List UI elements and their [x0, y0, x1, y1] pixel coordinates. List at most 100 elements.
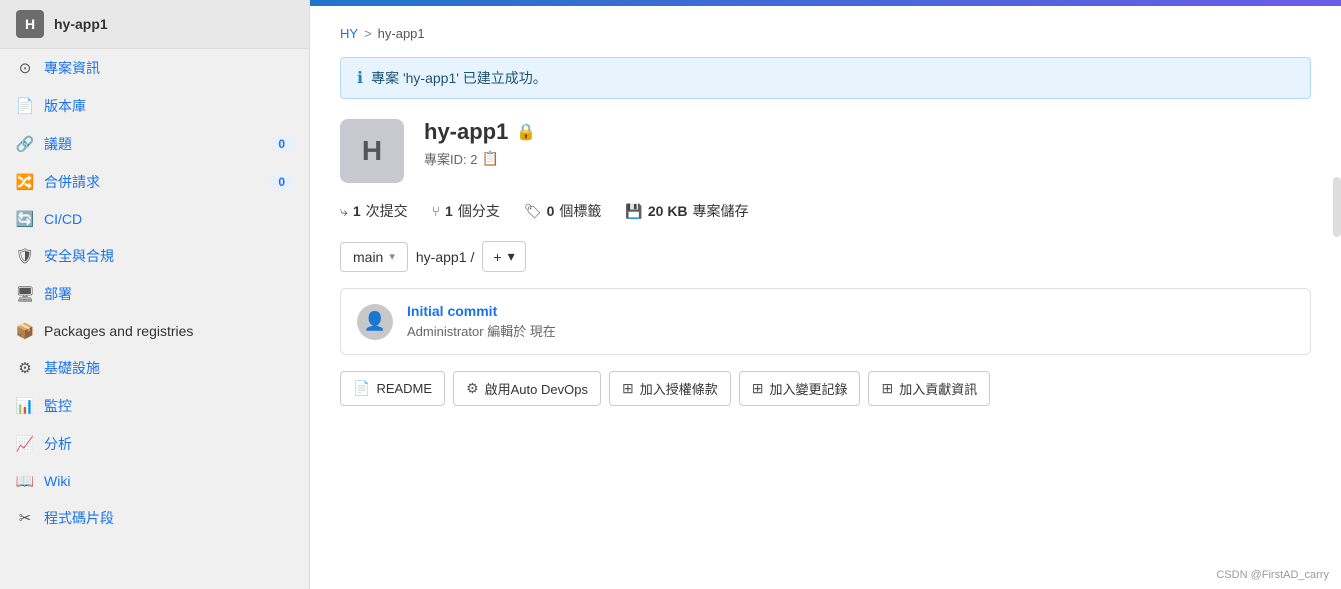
stat-item: ⤷ 1 次提交: [340, 201, 408, 221]
sidebar-label-snippets: 程式碼片段: [44, 508, 293, 528]
stat-value: 20 KB: [648, 203, 688, 219]
path-name: hy-app1: [416, 249, 467, 265]
sidebar-label-infra: 基礎設施: [44, 358, 293, 378]
commit-avatar: 👤: [357, 304, 393, 340]
copy-id-icon[interactable]: 📋: [481, 150, 498, 167]
sidebar-item-repository[interactable]: 📄版本庫: [0, 87, 309, 125]
security-icon: 🛡: [16, 247, 34, 265]
readme-button[interactable]: 📄 README: [340, 371, 445, 406]
project-id-row: 專案ID: 2 📋: [424, 149, 1311, 168]
stat-item: 💾20 KB專案儲存: [625, 201, 748, 221]
sidebar-label-security: 安全與合規: [44, 246, 293, 266]
path-separator: /: [470, 249, 474, 265]
sidebar-item-merge-requests[interactable]: 🔀 合併請求 0: [0, 163, 309, 201]
stat-value: 0: [547, 203, 555, 219]
sidebar-label-packages: Packages and registries: [44, 323, 293, 339]
commit-info: Initial commit Administrator 編輯於 現在: [407, 303, 556, 340]
sidebar-label-analytics: 分析: [44, 434, 293, 454]
readme-button-icon: 📄: [353, 380, 370, 397]
analytics-icon: 📈: [16, 435, 34, 453]
merge-requests-icon: 🔀: [16, 173, 34, 191]
chevron-down-icon: ▾: [389, 250, 395, 263]
breadcrumb-separator: >: [364, 26, 372, 41]
sidebar-label-issues: 議題: [44, 134, 260, 154]
contributing-button-icon: ⊞: [881, 380, 893, 397]
info-icon: ℹ: [357, 68, 363, 88]
sidebar-label-project-info: 專案資訊: [44, 58, 293, 78]
sidebar-label-merge-requests: 合併請求: [44, 172, 260, 192]
project-stats: ⤷1次提交⑂1個分支🏷0個標籤💾20 KB專案儲存: [340, 201, 1311, 221]
autodevops-button-icon: ⚙: [466, 380, 479, 397]
action-buttons: 📄 README ⚙啟用Auto DevOps ⊞ 加入授權條款 ⊞加入變更記錄 ⊞ 加入貢獻…: [340, 371, 1311, 406]
license-button[interactable]: ⊞ 加入授權條款: [609, 371, 731, 406]
alert-message: 專案 'hy-app1' 已建立成功。: [371, 68, 547, 88]
commit-card: 👤 Initial commit Administrator 編輯於 現在: [340, 288, 1311, 355]
breadcrumb: HY > hy-app1: [340, 26, 1311, 41]
sidebar-item-analytics[interactable]: 📈 分析: [0, 425, 309, 463]
sidebar-item-issues[interactable]: 🔗 議題 0: [0, 125, 309, 163]
stat-icon: ⑂: [432, 203, 440, 219]
watermark: CSDN @FirstAD_carry: [1216, 569, 1329, 581]
sidebar-label-wiki: Wiki: [44, 473, 293, 489]
monitor-icon: 📊: [16, 397, 34, 415]
project-info: hy-app1 🔒 專案ID: 2 📋: [424, 119, 1311, 168]
stat-icon: ⤷: [340, 203, 348, 220]
badge-issues: 0: [270, 136, 293, 152]
breadcrumb-current: hy-app1: [378, 26, 425, 41]
sidebar-label-cicd: CI/CD: [44, 211, 293, 227]
lock-icon: 🔒: [516, 122, 536, 142]
stat-item: 🏷 0個標籤: [524, 201, 602, 221]
contributing-button-label: 加入貢獻資訊: [899, 379, 977, 398]
project-info-icon: ⊙: [16, 59, 34, 77]
sidebar-item-monitor[interactable]: 📊 監控: [0, 387, 309, 425]
add-icon: +: [493, 249, 501, 265]
main-content: HY > hy-app1 ℹ 專案 'hy-app1' 已建立成功。 H hy-…: [310, 0, 1341, 589]
stat-value: 1: [353, 203, 361, 219]
sidebar-item-cicd[interactable]: 🔄CI/CD: [0, 201, 309, 237]
sidebar-project-title: hy-app1: [54, 16, 108, 32]
stat-label: 次提交: [366, 201, 408, 221]
sidebar-item-snippets[interactable]: ✂ 程式碼片段: [0, 499, 309, 537]
branch-name: main: [353, 249, 383, 265]
stat-icon: 💾: [625, 203, 642, 220]
sidebar-item-deploy[interactable]: 🖥 部署: [0, 275, 309, 313]
changelog-button-label: 加入變更記錄: [769, 379, 847, 398]
commit-meta: Administrator 編輯於 現在: [407, 321, 556, 340]
project-name: hy-app1: [424, 119, 508, 145]
path-text: hy-app1 /: [416, 249, 474, 265]
issues-icon: 🔗: [16, 135, 34, 153]
scrollbar[interactable]: [1333, 177, 1341, 237]
sidebar-item-wiki[interactable]: 📖Wiki: [0, 463, 309, 499]
changelog-button[interactable]: ⊞加入變更記錄: [739, 371, 861, 406]
readme-button-label: README: [376, 381, 432, 396]
license-button-label: 加入授權條款: [640, 379, 718, 398]
sidebar-item-security[interactable]: 🛡 安全與合規: [0, 237, 309, 275]
autodevops-button[interactable]: ⚙啟用Auto DevOps: [453, 371, 601, 406]
branch-dropdown[interactable]: main ▾: [340, 242, 408, 272]
breadcrumb-parent[interactable]: HY: [340, 26, 358, 41]
sidebar-header[interactable]: H hy-app1: [0, 0, 309, 49]
stat-value: 1: [445, 203, 453, 219]
add-dropdown[interactable]: + ▾: [482, 241, 525, 272]
sidebar-item-packages[interactable]: 📦 Packages and registries: [0, 313, 309, 349]
sidebar-item-infra[interactable]: ⚙基礎設施: [0, 349, 309, 387]
project-header: H hy-app1 🔒 專案ID: 2 📋: [340, 119, 1311, 183]
sidebar-label-monitor: 監控: [44, 396, 293, 416]
stat-item: ⑂1個分支: [432, 201, 500, 221]
add-chevron-icon: ▾: [508, 248, 515, 265]
project-id-label: 專案ID: 2: [424, 149, 477, 168]
sidebar-item-project-info[interactable]: ⊙ 專案資訊: [0, 49, 309, 87]
contributing-button[interactable]: ⊞ 加入貢獻資訊: [868, 371, 990, 406]
commit-title[interactable]: Initial commit: [407, 303, 556, 319]
stat-icon: 🏷: [524, 203, 542, 220]
deploy-icon: 🖥: [16, 285, 34, 303]
avatar: H: [16, 10, 44, 38]
sidebar-nav: ⊙ 專案資訊 📄版本庫 🔗 議題 0 🔀 合併請求 0 🔄CI/CD 🛡 安全與合規 🖥 部署 📦 Packa…: [0, 49, 309, 537]
license-button-icon: ⊞: [622, 380, 634, 397]
stat-label: 個標籤: [559, 201, 601, 221]
sidebar-label-deploy: 部署: [44, 284, 293, 304]
packages-icon: 📦: [16, 322, 34, 340]
badge-merge-requests: 0: [270, 174, 293, 190]
snippets-icon: ✂: [16, 509, 34, 527]
repository-icon: 📄: [16, 97, 34, 115]
